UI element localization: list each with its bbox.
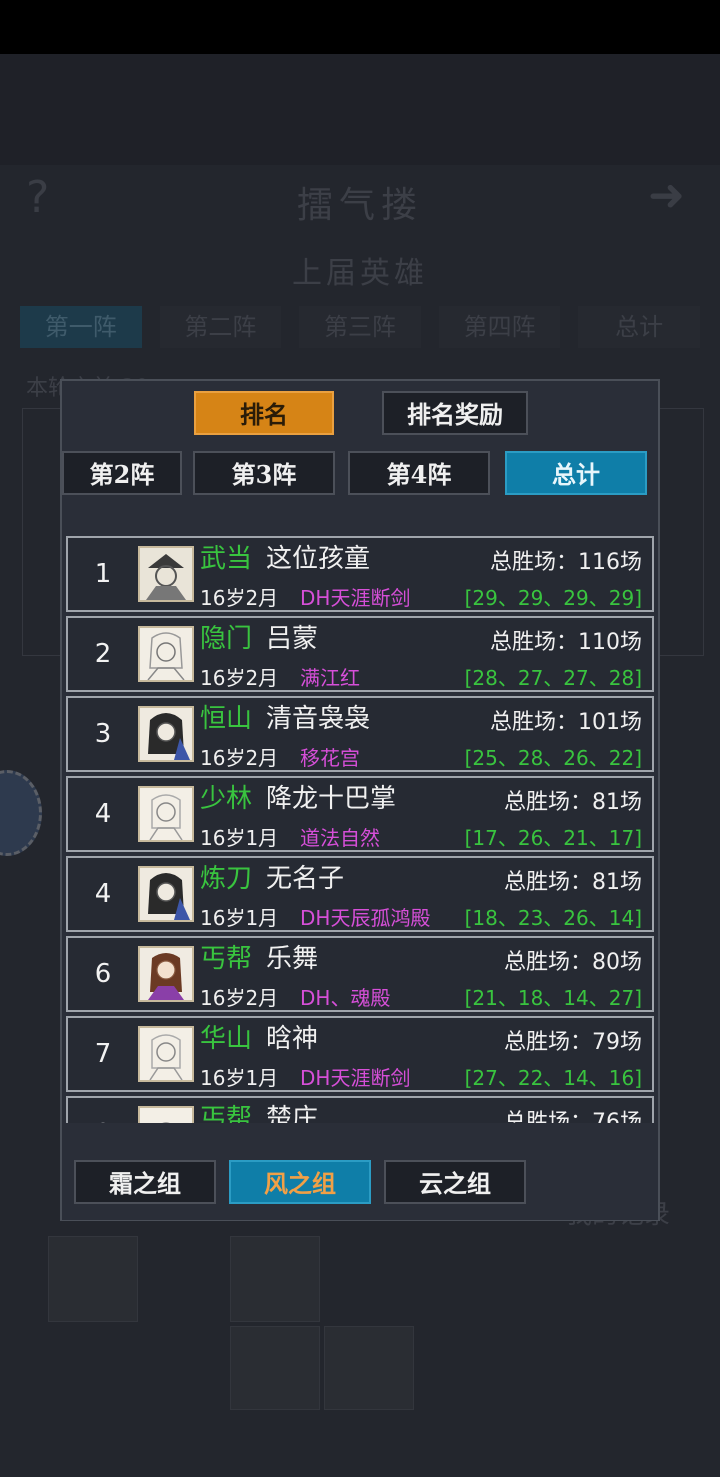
arena-tab-1: 第一阵 [20, 306, 142, 348]
ranking-row[interactable]: 3 恒山 清音袅袅 16岁2月 移花宫 总胜场：101场 [25、28、26、2… [66, 696, 654, 772]
rank-number: 7 [94, 1039, 112, 1069]
round-wins: [17、26、21、17] [464, 826, 642, 850]
player-age: 16岁2月 [200, 986, 279, 1010]
player-age: 16岁1月 [200, 906, 279, 930]
arena-tab-total: 总计 [578, 306, 700, 348]
rank-number: 4 [94, 879, 112, 909]
round-wins: [21、18、14、27] [464, 986, 642, 1010]
player-name: 这位孩童 [266, 544, 371, 574]
ranking-row[interactable]: 2 隐门 吕蒙 16岁2月 满江红 总胜场：110场 [28、27、27、28] [66, 616, 654, 692]
bg-portrait-slot [324, 1326, 414, 1410]
total-wins: 总胜场：79场 [504, 1030, 642, 1055]
rank-number: 2 [94, 639, 112, 669]
round-wins: [29、29、29、29] [464, 586, 642, 610]
ranking-list[interactable]: 1 武当 这位孩童 16岁2月 DH天涯断剑 总胜场：116场 [29、29、2… [64, 536, 656, 1123]
group-tab-wind[interactable]: 风之组 [229, 1160, 371, 1204]
arena-round-tabs: 第一阵 第二阵 第三阵 第四阵 总计 [20, 306, 700, 348]
avatar [138, 1106, 194, 1123]
arena-tab-3: 第三阵 [299, 306, 421, 348]
avatar [138, 1026, 194, 1082]
ranking-row[interactable]: 1 武当 这位孩童 16岁2月 DH天涯断剑 总胜场：116场 [29、29、2… [66, 536, 654, 612]
avatar [138, 546, 194, 602]
sect-label: 少林 [200, 784, 253, 814]
player-name: 晗神 [266, 1024, 319, 1054]
player-skill: DH、魂殿 [300, 986, 391, 1010]
total-wins: 总胜场：80场 [504, 950, 642, 975]
round-wins: [18、23、26、14] [464, 906, 642, 930]
avatar [138, 626, 194, 682]
sect-label: 隐门 [200, 624, 253, 654]
player-name: 无名子 [266, 864, 345, 894]
bg-portrait-slot [230, 1326, 320, 1410]
round-tab-total[interactable]: 总计 [505, 451, 647, 495]
sect-label: 武当 [200, 544, 253, 574]
ranking-tab[interactable]: 排名 [194, 391, 334, 435]
player-name: 乐舞 [266, 944, 319, 974]
avatar [138, 786, 194, 842]
arena-tab-4: 第四阵 [438, 306, 561, 348]
avatar [138, 866, 194, 922]
sect-label: 华山 [200, 1024, 253, 1054]
player-age: 16岁2月 [200, 746, 279, 770]
total-wins: 总胜场：116场 [490, 550, 642, 575]
avatar [138, 706, 194, 762]
ranking-row[interactable]: 7 华山 晗神 16岁1月 DH天涯断剑 总胜场：79场 [27、22、14、1… [66, 1016, 654, 1092]
player-skill: 移花宫 [300, 746, 360, 770]
player-name: 楚庄 [266, 1104, 319, 1123]
ranking-row[interactable]: 4 少林 降龙十巴掌 16岁1月 道法自然 总胜场：81场 [17、26、21、… [66, 776, 654, 852]
round-wins: [25、28、26、22] [464, 746, 642, 770]
player-age: 16岁2月 [200, 666, 279, 690]
player-name: 吕蒙 [266, 624, 319, 654]
player-age: 16岁1月 [200, 826, 279, 850]
group-tab-cloud[interactable]: 云之组 [384, 1160, 526, 1204]
round-wins: [27、22、14、16] [464, 1066, 642, 1090]
round-tab-3[interactable]: 第3阵 [193, 451, 335, 495]
player-name: 降龙十巴掌 [266, 784, 397, 814]
player-age: 16岁1月 [200, 1066, 279, 1090]
bg-portrait-slot [48, 1236, 138, 1322]
round-tab-2[interactable]: 第2阵 [62, 451, 182, 495]
rank-number: 4 [94, 799, 112, 829]
arena-tab-2: 第二阵 [159, 306, 282, 348]
player-name: 清音袅袅 [266, 704, 371, 734]
total-wins: 总胜场：81场 [504, 870, 642, 895]
rank-number: 8 [68, 1098, 138, 1123]
player-skill: 道法自然 [300, 826, 380, 850]
round-wins: [28、27、27、28] [464, 666, 642, 690]
ranking-row[interactable]: 6 丐帮 乐舞 16岁2月 DH、魂殿 总胜场：80场 [21、18、14、27… [66, 936, 654, 1012]
rank-number: 3 [94, 719, 112, 749]
round-tab-4[interactable]: 第4阵 [348, 451, 490, 495]
player-skill: DH天辰孤鸿殿 [300, 906, 431, 930]
player-skill: DH天涯断剑 [300, 586, 411, 610]
rank-number: 1 [94, 559, 112, 589]
sect-label: 丐帮 [200, 944, 253, 974]
player-age: 16岁2月 [200, 586, 279, 610]
rank-number: 6 [94, 959, 112, 989]
player-skill: DH天涯断剑 [300, 1066, 411, 1090]
arena-subtitle: 上届英雄 [292, 256, 428, 291]
arena-title: 擂气搂 [296, 185, 423, 226]
player-skill: 满江红 [300, 666, 360, 690]
sect-label: 炼刀 [200, 864, 253, 894]
status-bar [0, 0, 720, 54]
group-tab-frost[interactable]: 霜之组 [74, 1160, 216, 1204]
ranking-row[interactable]: 8 丐帮 楚庄 总胜场：76场 [66, 1096, 654, 1123]
ranking-row[interactable]: 4 炼刀 无名子 16岁1月 DH天辰孤鸿殿 总胜场：81场 [18、23、26… [66, 856, 654, 932]
total-wins: 总胜场：101场 [490, 710, 642, 735]
total-wins: 总胜场：76场 [504, 1110, 642, 1123]
ranking-reward-tab[interactable]: 排名奖励 [382, 391, 528, 435]
sect-label: 丐帮 [200, 1104, 253, 1123]
avatar [138, 946, 194, 1002]
total-wins: 总胜场：81场 [504, 790, 642, 815]
sect-label: 恒山 [200, 704, 253, 734]
total-wins: 总胜场：110场 [490, 630, 642, 655]
bg-portrait-slot [230, 1236, 320, 1322]
